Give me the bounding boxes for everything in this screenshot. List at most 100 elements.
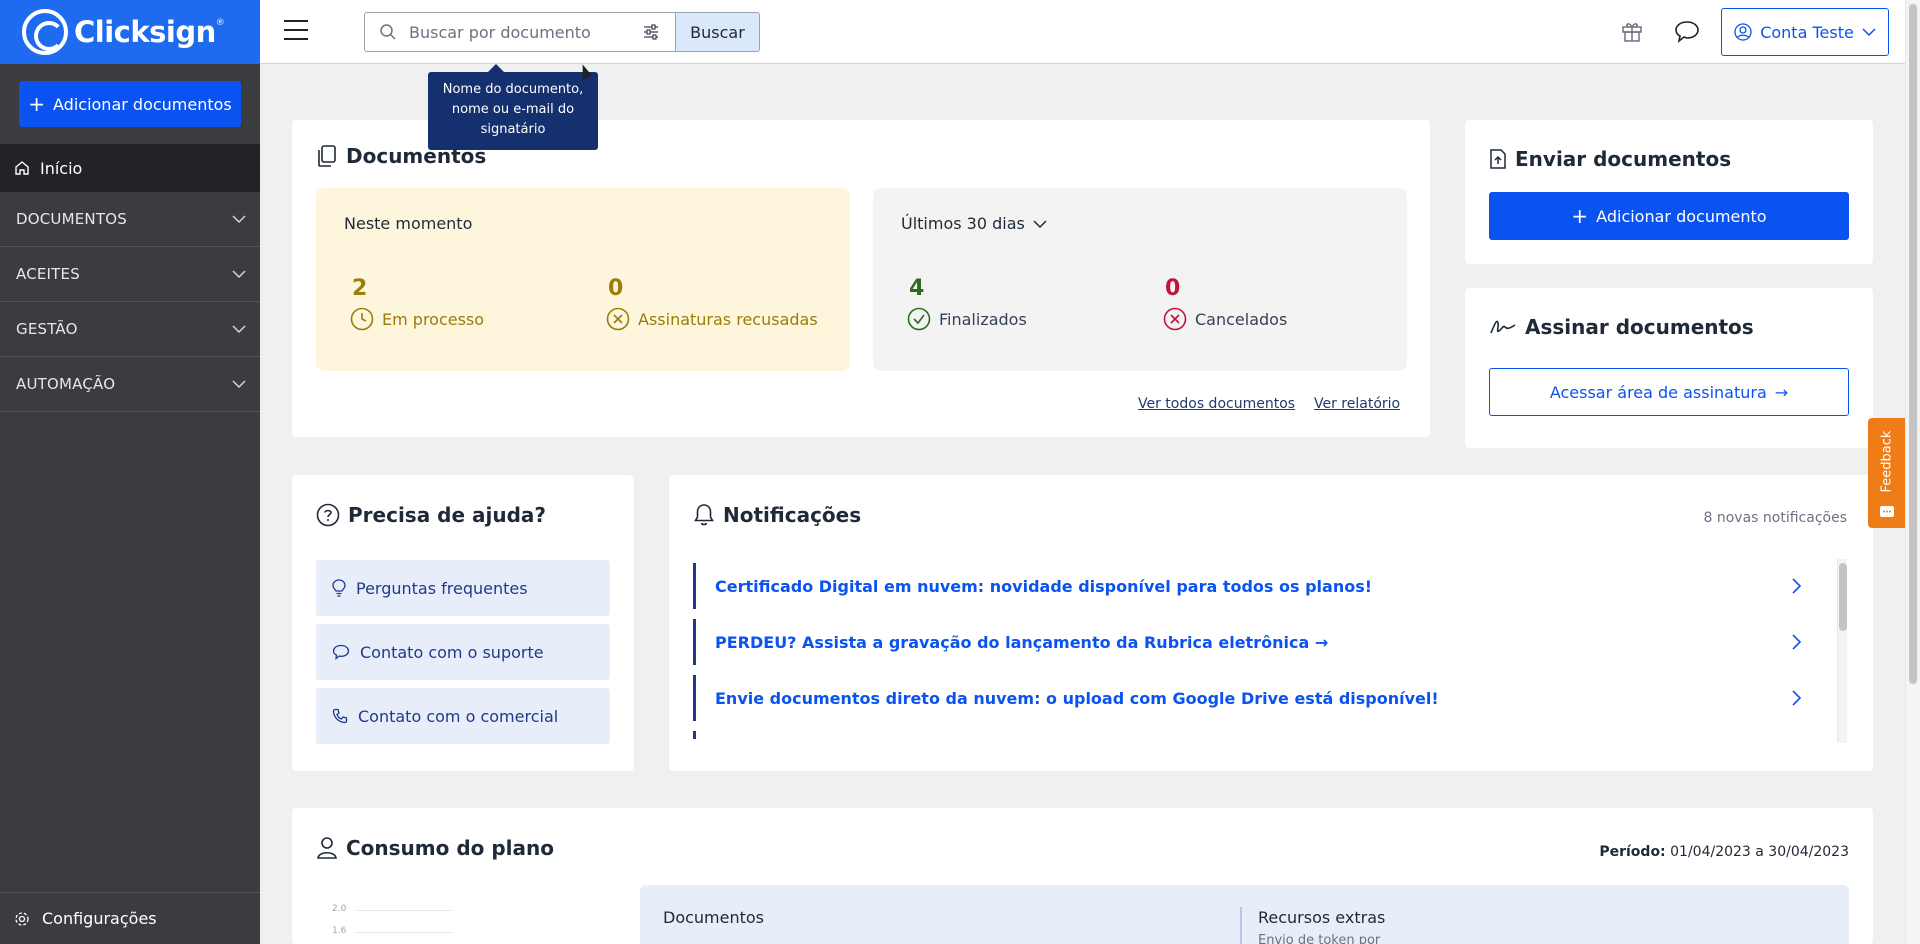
search-tooltip: Nome do documento, nome ou e-mail do sig… [428,64,598,150]
sales-contact-label: Contato com o comercial [358,706,559,726]
sign-documents-card: Assinar documentos Acessar área de assin… [1465,288,1873,448]
notification-text: Envie documentos direto da nuvem: o uplo… [715,688,1439,708]
chat-icon[interactable] [1674,19,1700,43]
chevron-down-icon [232,380,246,388]
chevron-right-icon [1792,690,1801,706]
finished-stat[interactable]: 4 Finalizados [907,276,1027,331]
axis-tick-label: 1.6 [332,926,347,936]
finished-count: 4 [909,276,925,301]
chevron-right-icon [1792,634,1801,650]
notifications-scrollbar[interactable] [1837,559,1847,743]
period-status-box: Últimos 30 dias 4 Finalizados 0 Cancelad… [873,188,1407,371]
sales-contact-link[interactable]: Contato com o comercial [316,688,610,744]
search-filter-button[interactable] [627,12,676,52]
notifications-count: 8 novas notificações [1703,510,1848,526]
cancelled-stat[interactable]: 0 Cancelados [1163,276,1287,331]
plan-title: Consumo do plano [316,836,554,860]
support-contact-link[interactable]: Contato com o suporte [316,624,610,680]
scrollbar-thumb[interactable] [1839,563,1847,631]
sign-documents-title-text: Assinar documentos [1525,315,1754,339]
refused-count: 0 [608,276,624,301]
search-button[interactable]: Buscar [675,12,760,52]
signature-area-label: Acessar área de assinatura [1549,382,1767,402]
faq-link[interactable]: Perguntas frequentes [316,560,610,616]
x-circle-icon [606,307,630,331]
phone-icon [332,708,348,724]
period-dropdown[interactable]: Últimos 30 dias [901,214,1047,233]
gift-icon[interactable] [1620,19,1644,43]
finished-label: Finalizados [939,309,1027,329]
sidebar-section-aceites[interactable]: ACEITES [0,247,260,302]
notifications-title: Notificações [693,503,861,527]
sliders-icon [644,24,658,40]
add-document-button[interactable]: + Adicionar documento [1489,192,1849,240]
menu-toggle-icon[interactable] [284,20,308,40]
feedback-label: Feedback [1879,430,1895,493]
search-input[interactable] [409,22,609,42]
current-status-label: Neste momento [344,214,473,233]
faq-label: Perguntas frequentes [356,578,528,598]
notification-item[interactable]: Certificado Digital em nuvem: novidade d… [693,563,1813,609]
in-process-count: 2 [352,276,368,301]
plan-extras-label: Recursos extras [1258,908,1386,927]
notification-item[interactable]: PERDEU? Assista a gravação do lançamento… [693,619,1813,665]
lightbulb-icon [332,579,346,597]
chevron-down-icon [232,270,246,278]
clock-icon [350,307,374,331]
scrollbar-thumb[interactable] [1909,4,1917,684]
brand-trademark: ® [215,18,225,28]
home-icon [15,161,29,175]
see-all-documents-link[interactable]: Ver todos documentos [1138,396,1295,412]
cancelled-count: 0 [1165,276,1181,301]
sidebar-section-label: GESTÃO [16,320,78,338]
file-upload-icon [1490,149,1506,169]
help-card: Precisa de ajuda? Perguntas frequentes C… [292,475,634,771]
arrow-right-icon: → [1774,382,1789,402]
plan-docs-label: Documentos [663,908,765,927]
chevron-down-icon [232,325,246,333]
plan-card: Consumo do plano Período: 01/04/2023 a 3… [292,808,1873,944]
sidebar-section-documentos[interactable]: DOCUMENTOS [0,192,260,247]
account-menu-button[interactable]: Conta Teste [1721,8,1889,56]
grid-line [356,910,452,911]
documents-card: Documentos Neste momento 2 Em processo 0… [292,120,1430,437]
sidebar-section-gestao[interactable]: GESTÃO [0,302,260,357]
see-report-link[interactable]: Ver relatório [1314,396,1400,412]
sidebar-item-settings[interactable]: Configurações [0,892,260,944]
help-title-text: Precisa de ajuda? [348,503,547,527]
user-icon [317,837,337,859]
page-scrollbar[interactable] [1905,0,1920,944]
sidebar: Clicksign ® + Adicionar documentos Iníci… [0,0,260,944]
signature-area-button[interactable]: Acessar área de assinatura → [1489,368,1849,416]
plan-divider [1240,907,1242,944]
refused-label: Assinaturas recusadas [638,309,818,329]
notifications-title-text: Notificações [723,503,862,527]
sidebar-section-automacao[interactable]: AUTOMAÇÃO [0,357,260,412]
account-name: Conta Teste [1760,22,1854,42]
add-document-label: Adicionar documento [1596,206,1767,226]
plan-period: Período: 01/04/2023 a 30/04/2023 [1599,844,1849,860]
search-field[interactable] [364,12,628,52]
plan-extras-sub: Envio de token por [1258,933,1381,944]
chevron-down-icon [232,215,246,223]
send-documents-card: Enviar documentos + Adicionar documento [1465,120,1873,264]
check-circle-icon [907,307,931,331]
in-process-stat[interactable]: 2 Em processo [350,276,484,331]
notification-item-partial [693,731,696,739]
refused-stat[interactable]: 0 Assinaturas recusadas [606,276,818,331]
sidebar-section-label: DOCUMENTOS [16,210,127,228]
notification-item[interactable]: Envie documentos direto da nuvem: o uplo… [693,675,1813,721]
sidebar-item-home[interactable]: Início [0,144,260,192]
sidebar-item-label: Início [40,158,83,178]
notification-text: PERDEU? Assista a gravação do lançamento… [715,632,1329,652]
chevron-right-icon [1792,578,1801,594]
brand-logo[interactable]: Clicksign ® [0,0,260,64]
cancelled-label: Cancelados [1195,309,1288,329]
axis-tick-label: 2.0 [332,904,347,914]
grid-line [356,932,452,933]
plan-title-text: Consumo do plano [346,836,555,860]
plan-usage-panel: Documentos Recursos extras Envio de toke… [640,885,1849,944]
feedback-tab[interactable]: Feedback [1868,418,1905,528]
add-documents-button[interactable]: + Adicionar documentos [19,81,241,127]
period-label: Últimos 30 dias [901,214,1025,233]
